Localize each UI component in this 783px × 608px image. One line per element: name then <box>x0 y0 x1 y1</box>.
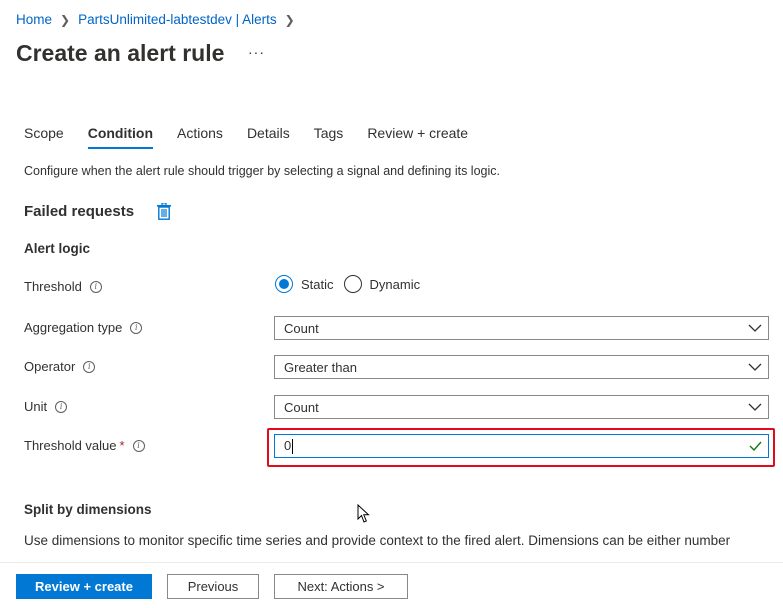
aggregation-type-label: Aggregation type i <box>24 320 143 335</box>
info-icon[interactable]: i <box>83 360 96 373</box>
threshold-dynamic-label[interactable]: Dynamic <box>370 277 421 292</box>
condition-description: Configure when the alert rule should tri… <box>24 164 500 178</box>
chevron-down-icon <box>742 317 768 339</box>
split-dimensions-description: Use dimensions to monitor specific time … <box>24 533 731 548</box>
tab-actions[interactable]: Actions <box>177 125 223 149</box>
tab-bar: Scope Condition Actions Details Tags Rev… <box>24 125 492 149</box>
chevron-down-icon <box>742 396 768 418</box>
operator-label: Operator i <box>24 359 96 374</box>
unit-select[interactable]: Count <box>274 395 769 419</box>
info-icon[interactable]: i <box>55 400 68 413</box>
tab-review-create[interactable]: Review + create <box>367 125 468 149</box>
tab-scope[interactable]: Scope <box>24 125 64 149</box>
checkmark-icon <box>742 441 768 451</box>
signal-name: Failed requests <box>24 203 135 220</box>
breadcrumb-alerts-link[interactable]: PartsUnlimited-labtestdev | Alerts <box>78 12 277 27</box>
mouse-cursor-icon <box>357 504 370 523</box>
threshold-static-label[interactable]: Static <box>301 277 334 292</box>
breadcrumb: Home ❯ PartsUnlimited-labtestdev | Alert… <box>16 12 303 27</box>
threshold-static-radio[interactable] <box>275 275 293 293</box>
tab-tags[interactable]: Tags <box>314 125 344 149</box>
chevron-right-icon: ❯ <box>284 12 295 27</box>
threshold-dynamic-radio[interactable] <box>343 275 362 293</box>
info-icon[interactable]: i <box>132 439 145 452</box>
tab-details[interactable]: Details <box>247 125 290 149</box>
more-options-button[interactable]: ··· <box>248 44 265 60</box>
threshold-value-input[interactable]: 0 <box>274 434 769 458</box>
tab-condition[interactable]: Condition <box>87 125 154 149</box>
page-title: Create an alert rule <box>16 40 225 66</box>
unit-label: Unit i <box>24 399 68 414</box>
required-marker: * <box>119 438 125 453</box>
info-icon[interactable]: i <box>89 280 102 293</box>
chevron-right-icon: ❯ <box>60 12 71 27</box>
threshold-radio-group: Static Dynamic <box>275 275 430 293</box>
previous-button[interactable]: Previous <box>167 574 259 599</box>
alert-logic-title: Alert logic <box>24 241 91 256</box>
trash-icon[interactable] <box>157 203 171 220</box>
aggregation-type-select[interactable]: Count <box>274 316 769 340</box>
split-dimensions-title: Split by dimensions <box>24 502 152 517</box>
threshold-label: Threshold i <box>24 279 102 294</box>
chevron-down-icon <box>742 356 768 378</box>
breadcrumb-home-link[interactable]: Home <box>16 12 52 27</box>
review-create-button[interactable]: Review + create <box>16 574 152 599</box>
info-icon[interactable]: i <box>130 321 143 334</box>
operator-select[interactable]: Greater than <box>274 355 769 379</box>
threshold-value-label: Threshold value * i <box>24 438 145 453</box>
text-caret <box>292 439 294 455</box>
next-actions-button[interactable]: Next: Actions > <box>274 574 408 599</box>
